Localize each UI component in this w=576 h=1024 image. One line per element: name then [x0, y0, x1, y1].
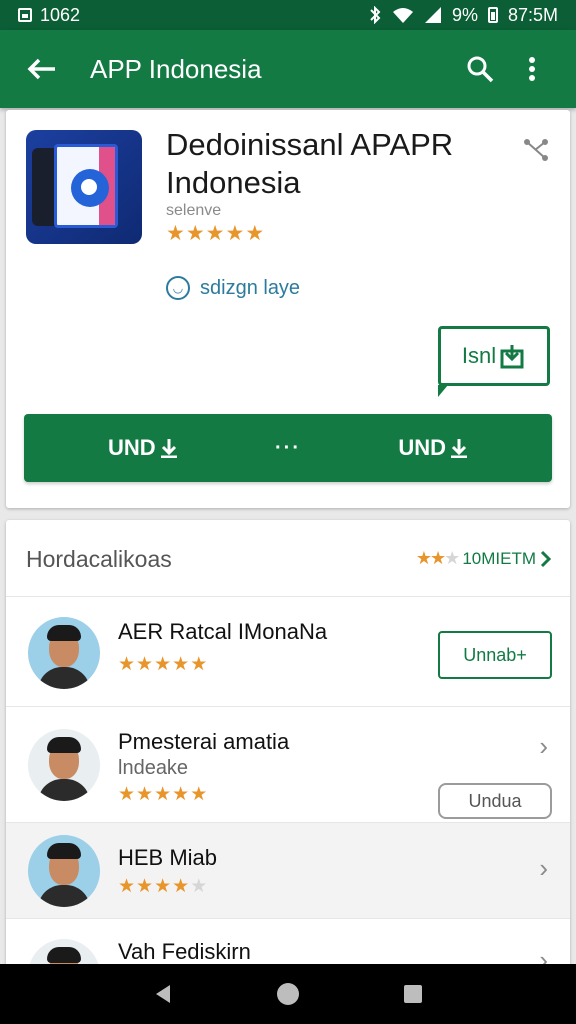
chevron-right-icon [540, 550, 552, 567]
status-time-left: 1062 [40, 4, 81, 25]
download-button-left[interactable]: UND [108, 435, 178, 461]
app-detail-card: Dedoinissanl APAPR Indonesia selenve ★★★… [6, 110, 570, 508]
related-apps-card: Hordacalikoas ★★★ 10MIETM AER Ratcal IMo… [6, 520, 570, 970]
overflow-menu-button[interactable] [512, 49, 552, 89]
list-item-rating: ★★★★★ [118, 653, 208, 676]
star-filled-icon: ★ [225, 222, 246, 245]
download-label-left: UND [108, 435, 156, 460]
list-item-title: Pmesterai amatia [118, 729, 290, 754]
nav-recents-button[interactable] [393, 974, 433, 1014]
signal-icon [424, 7, 441, 23]
search-icon [467, 56, 494, 83]
check-circle-icon: ◡ [166, 276, 190, 300]
list-item-rating: ★★★★★ [118, 875, 208, 898]
list-item[interactable]: AER Ratcal IMonaNa ★★★★★ Unnab+ [6, 596, 570, 706]
star-filled-icon: ★ [136, 876, 155, 897]
star-filled-icon: ★ [154, 876, 173, 897]
star-filled-icon: ★ [245, 222, 266, 245]
wifi-icon [392, 8, 413, 23]
star-filled-icon: ★ [172, 876, 191, 897]
download-button-right[interactable]: UND [398, 435, 468, 461]
back-arrow-icon [27, 58, 55, 80]
back-triangle-icon [155, 985, 170, 1003]
star-filled-icon: ★ [190, 654, 209, 675]
search-button[interactable] [460, 49, 500, 89]
star-filled-icon: ★ [172, 654, 191, 675]
star-filled-icon: ★ [118, 654, 137, 675]
install-button[interactable]: Unnab+ [438, 631, 552, 679]
star-filled-icon: ★ [190, 784, 209, 805]
app-rating-stars: ★★★★★ [166, 221, 265, 246]
status-bar: 1062 9% 87:5M [0, 0, 576, 30]
notification-icon [18, 8, 32, 22]
system-nav-bar [0, 964, 576, 1024]
bluetooth-icon [370, 6, 381, 24]
download-icon [450, 439, 467, 458]
list-item[interactable]: Pmesterai amatia lndeake ★★★★★ › Undua [6, 706, 570, 822]
share-icon [524, 139, 548, 161]
nav-back-button[interactable] [143, 974, 183, 1014]
star-filled-icon: ★ [185, 222, 206, 245]
star-filled-icon: ★ [136, 654, 155, 675]
back-button[interactable] [24, 51, 60, 87]
list-item-title: AER Ratcal IMonaNa [118, 619, 328, 644]
app-icon [26, 130, 142, 244]
page-title: APP Indonesia [90, 53, 262, 84]
install-badge[interactable]: Isnl [438, 326, 550, 397]
star-filled-icon: ★ [172, 784, 191, 805]
action-more-button[interactable]: ··· [275, 437, 301, 460]
install-action-bar: UND ··· UND [24, 414, 552, 482]
feature-link[interactable]: ◡ sdizgn laye [166, 276, 300, 300]
avatar [28, 835, 100, 907]
app-bar: APP Indonesia [0, 30, 576, 108]
star-filled-icon: ★ [118, 876, 137, 897]
star-filled-icon: ★ [154, 654, 173, 675]
nav-home-button[interactable] [268, 974, 308, 1014]
recents-square-icon [404, 985, 423, 1003]
star-filled-icon: ★ [166, 222, 186, 245]
list-item-title: Vah Fediskirn [118, 939, 251, 964]
app-developer: selenve [166, 202, 222, 219]
download-icon [160, 439, 177, 458]
download-button[interactable]: Undua [438, 783, 552, 819]
see-more-link[interactable]: ★★★ 10MIETM [416, 548, 552, 569]
download-label-right: UND [398, 435, 446, 460]
battery-percent: 9% [451, 4, 478, 25]
status-clock: 87:5M [507, 4, 558, 25]
star-filled-icon: ★ [205, 222, 226, 245]
avatar [28, 729, 100, 801]
download-box-icon [500, 345, 524, 369]
rating-stars: ★★★ [415, 548, 460, 568]
chevron-right-icon: › [539, 853, 548, 883]
chevron-right-icon: › [539, 731, 548, 761]
share-button[interactable] [520, 134, 552, 166]
see-more-label: 10MIETM [462, 548, 536, 568]
home-circle-icon [276, 983, 299, 1005]
list-item-title: HEB Miab [118, 845, 218, 870]
section-heading: Hordacalikoas [26, 546, 172, 572]
star-filled-icon: ★ [118, 784, 137, 805]
more-vert-icon [529, 57, 535, 81]
star-filled-icon: ★ [136, 784, 155, 805]
feature-text: sdizgn laye [200, 276, 301, 299]
star-empty-icon: ★ [190, 876, 209, 897]
list-item[interactable]: Vah Fediskirn › [6, 918, 570, 970]
star-filled-icon: ★ [154, 784, 173, 805]
list-item[interactable]: HEB Miab ★★★★★ › [6, 822, 570, 918]
badge-label: Isnl [461, 343, 497, 368]
battery-icon [487, 7, 498, 23]
avatar [28, 617, 100, 689]
list-item-rating: ★★★★★ [118, 783, 208, 806]
list-item-subtitle: lndeake [118, 757, 189, 779]
app-name: Dedoinissanl APAPR Indonesia [166, 127, 454, 200]
